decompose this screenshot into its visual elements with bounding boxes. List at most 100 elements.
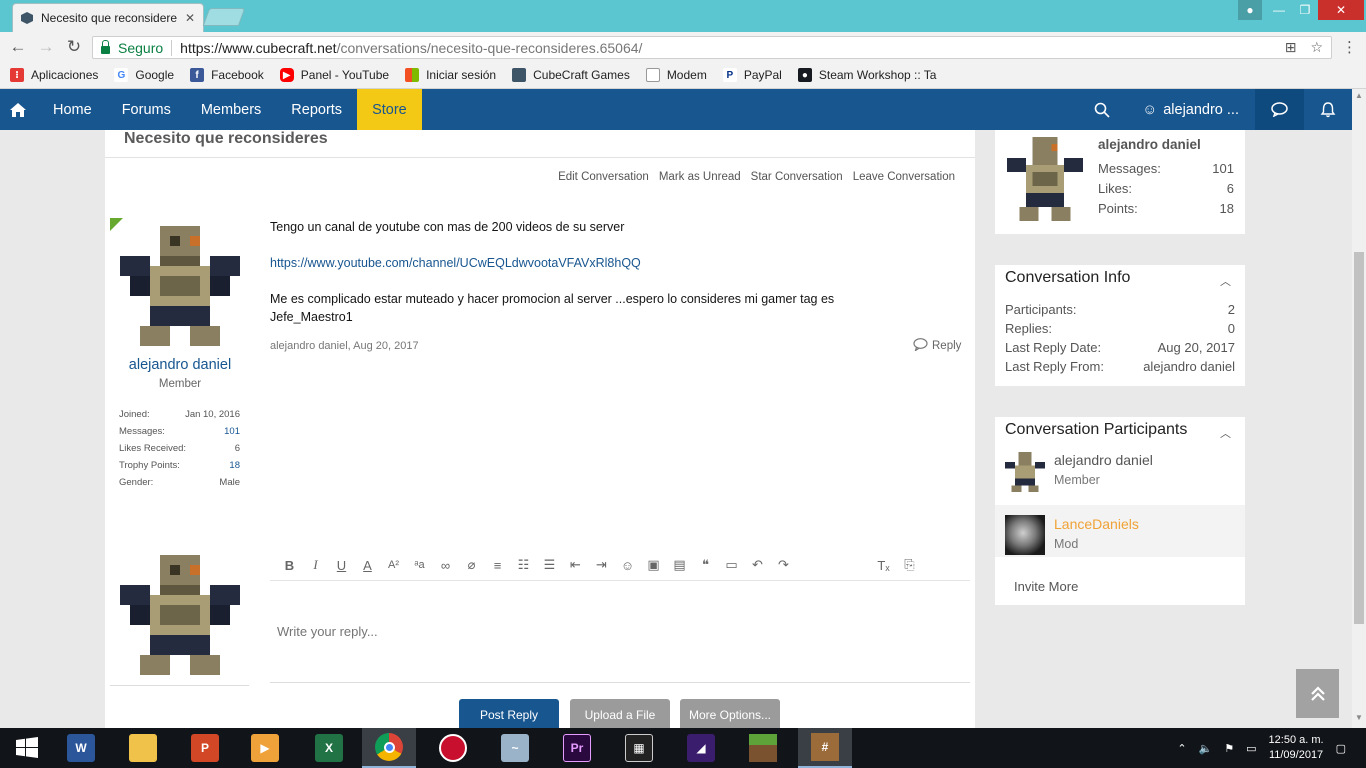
browser-menu-icon[interactable]: ⋮ (1342, 38, 1357, 56)
bookmark-item[interactable]: G Google (114, 68, 174, 82)
save-draft-icon[interactable]: ▭ (722, 556, 741, 575)
avatar[interactable] (120, 226, 240, 346)
forward-arrow-icon[interactable]: → (36, 37, 56, 57)
home-icon[interactable] (0, 89, 38, 130)
collapse-icon[interactable]: ︿ (1220, 273, 1231, 289)
profile-icon[interactable]: ● (1238, 0, 1262, 20)
bbcode-toggle-icon[interactable]: ⎘ (900, 556, 919, 575)
bookmark-item[interactable]: ⁝ Aplicaciones (10, 68, 98, 82)
smilie-icon[interactable]: ☺ (618, 556, 637, 575)
bookmark-item[interactable]: ▶ Panel - YouTube (279, 68, 389, 82)
media-icon[interactable]: ▤ (670, 556, 689, 575)
text-color-icon[interactable]: A (358, 556, 377, 575)
post-reply-button[interactable]: Reply (913, 338, 961, 354)
user-menu[interactable]: ☺ alejandro ... (1126, 89, 1255, 130)
info-value[interactable]: alejandro daniel (1143, 359, 1235, 374)
post-author-name[interactable]: alejandro daniel (105, 357, 255, 373)
post-reply-button[interactable]: Post Reply (459, 699, 559, 730)
reload-icon[interactable]: ↻ (64, 37, 84, 57)
media-player-icon[interactable]: ▶ (238, 728, 292, 768)
browser-tab[interactable]: Necesito que reconsidere ✕ (12, 3, 204, 32)
search-icon[interactable] (1078, 89, 1126, 130)
link-icon[interactable]: ∞ (436, 556, 455, 575)
monitor-app-icon[interactable]: ~ (488, 728, 542, 768)
indent-icon[interactable]: ⇥ (592, 556, 611, 575)
numbered-list-icon[interactable]: ☰ (540, 556, 559, 575)
render-app-icon[interactable]: ◢ (674, 728, 728, 768)
record-icon[interactable] (426, 728, 480, 768)
participant-item[interactable]: LanceDaniels Mod (995, 505, 1245, 557)
tab-close-icon[interactable]: ✕ (185, 11, 195, 25)
chrome-icon[interactable] (362, 728, 416, 768)
bookmark-item[interactable]: Iniciar sesión (405, 68, 496, 82)
sidebar-username[interactable]: alejandro daniel (1098, 137, 1201, 152)
system-clock[interactable]: 12:50 a. m. 11/09/2017 (1269, 733, 1324, 763)
file-explorer-icon[interactable] (116, 728, 170, 768)
tray-chevron-icon[interactable]: ⌃ (1177, 742, 1186, 755)
minecraft-icon[interactable] (736, 728, 790, 768)
translate-icon[interactable]: ⊞ (1285, 39, 1297, 56)
nav-reports[interactable]: Reports (276, 89, 357, 130)
bullet-list-icon[interactable]: ☷ (514, 556, 533, 575)
stat-value[interactable]: 101 (224, 426, 240, 443)
close-window-button[interactable]: ✕ (1318, 0, 1364, 20)
new-tab-button[interactable] (202, 8, 246, 26)
more-options-button[interactable]: More Options... (680, 699, 780, 730)
youtube-channel-link[interactable]: https://www.youtube.com/channel/UCwEQLdw… (270, 256, 641, 270)
video-editor-icon[interactable]: ▦ (612, 728, 666, 768)
participant-item[interactable]: alejandro daniel Member (995, 452, 1245, 504)
leave-conversation-link[interactable]: Leave Conversation (853, 171, 955, 183)
word-icon[interactable]: W (54, 728, 108, 768)
bookmark-item[interactable]: f Facebook (190, 68, 264, 82)
sidebar-avatar[interactable] (1007, 137, 1083, 221)
upload-file-button[interactable]: Upload a File (570, 699, 670, 730)
scroll-up-icon[interactable]: ▲ (1352, 91, 1366, 100)
edit-conversation-link[interactable]: Edit Conversation (558, 171, 649, 183)
bookmark-item[interactable]: ● Steam Workshop :: Ta (797, 68, 936, 82)
chat-bubble-icon[interactable] (1255, 89, 1304, 130)
font-family-icon[interactable]: ᵃa (410, 556, 429, 575)
scroll-thumb[interactable] (1354, 252, 1364, 624)
image-icon[interactable]: ▣ (644, 556, 663, 575)
minimize-button[interactable]: — (1266, 0, 1292, 20)
star-conversation-link[interactable]: Star Conversation (751, 171, 843, 183)
remove-format-icon[interactable]: Tₓ (874, 556, 893, 575)
align-icon[interactable]: ≡ (488, 556, 507, 575)
nav-forums[interactable]: Forums (107, 89, 186, 130)
nav-home[interactable]: Home (38, 89, 107, 130)
quote-icon[interactable]: ❝ (696, 556, 715, 575)
bookmark-star-icon[interactable]: ☆ (1310, 39, 1323, 56)
start-windows-icon[interactable] (0, 728, 54, 768)
unlink-icon[interactable]: ⌀ (462, 556, 481, 575)
collapse-icon[interactable]: ︿ (1220, 425, 1231, 441)
network-icon[interactable]: ⚑ (1224, 742, 1234, 755)
outdent-icon[interactable]: ⇤ (566, 556, 585, 575)
excel-icon[interactable]: X (302, 728, 356, 768)
nav-store[interactable]: Store (357, 89, 422, 130)
underline-icon[interactable]: U (332, 556, 351, 575)
invite-more-link[interactable]: Invite More (1014, 579, 1078, 594)
mark-unread-link[interactable]: Mark as Unread (659, 171, 741, 183)
bell-icon[interactable] (1304, 89, 1352, 130)
maximize-button[interactable]: ❐ (1292, 0, 1318, 20)
font-size-icon[interactable]: A² (384, 556, 403, 575)
display-icon[interactable]: ▭ (1246, 742, 1256, 755)
undo-icon[interactable]: ↶ (748, 556, 767, 575)
post-meta-author[interactable]: alejandro daniel (270, 340, 348, 352)
bookmark-item[interactable]: Modem (645, 68, 707, 82)
stat-value[interactable]: 18 (229, 460, 240, 477)
scroll-down-icon[interactable]: ▼ (1352, 713, 1366, 722)
powerpoint-icon[interactable]: P (178, 728, 232, 768)
premiere-icon[interactable]: Pr (550, 728, 604, 768)
notifications-icon[interactable]: ▢ (1336, 742, 1346, 755)
back-arrow-icon[interactable]: ← (8, 37, 28, 57)
volume-icon[interactable]: 🔈 (1199, 742, 1213, 755)
address-bar[interactable]: Seguro https://www.cubecraft.net/convers… (92, 36, 1332, 59)
reply-input[interactable] (270, 581, 970, 681)
nav-members[interactable]: Members (186, 89, 276, 130)
back-to-top-button[interactable] (1296, 669, 1339, 718)
crafting-table-icon[interactable]: # (798, 728, 852, 768)
redo-icon[interactable]: ↷ (774, 556, 793, 575)
bookmark-item[interactable]: P PayPal (722, 68, 782, 82)
page-scrollbar[interactable]: ▲ ▼ (1352, 89, 1366, 728)
